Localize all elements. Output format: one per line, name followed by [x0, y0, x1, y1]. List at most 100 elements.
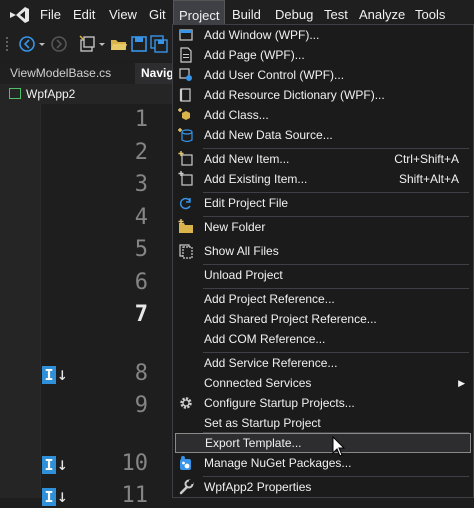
menu-item-label: Unload Project — [204, 268, 283, 282]
menu-item-add-page[interactable]: Add Page (WPF)... — [173, 45, 473, 65]
line-number: 5 — [134, 237, 148, 262]
new-project-icon[interactable] — [78, 35, 96, 53]
menu-item-label: Add Class... — [204, 108, 269, 122]
menu-item-label: Add Project Reference... — [204, 292, 335, 306]
line-number: 1 — [134, 107, 148, 132]
back-dropdown-icon[interactable] — [38, 35, 46, 53]
line-number: 4 — [134, 205, 148, 230]
menu-item-label: New Folder — [204, 220, 266, 234]
implementation-marker[interactable]: I ↓ — [42, 454, 70, 475]
line-number: 3 — [134, 172, 148, 197]
menu-item-add-resource-dictionary[interactable]: Add Resource Dictionary (WPF)... — [173, 85, 473, 105]
add-existing-item-icon — [178, 171, 193, 186]
menu-edit[interactable]: Edit — [73, 0, 95, 29]
arrow-down-icon: ↓ — [57, 486, 68, 507]
arrow-down-icon: ↓ — [57, 454, 68, 475]
menu-item-new-folder[interactable]: New Folder — [173, 217, 473, 237]
add-resource-dictionary-icon — [179, 88, 191, 102]
menu-item-connected-services[interactable]: Connected Services ▶ — [173, 373, 473, 393]
menu-item-label: Add Page (WPF)... — [204, 48, 305, 62]
menu-item-label: Add Service Reference... — [204, 356, 338, 370]
menu-item-wpfapp2-properties[interactable]: WpfApp2 Properties — [173, 477, 473, 497]
show-all-files-icon — [179, 244, 193, 259]
save-icon[interactable] — [130, 35, 148, 53]
menu-item-configure-startup-projects[interactable]: Configure Startup Projects... — [173, 393, 473, 413]
menu-item-label: Configure Startup Projects... — [204, 396, 355, 410]
menu-item-add-existing-item[interactable]: Add Existing Item... Shift+Alt+A — [173, 169, 473, 189]
arrow-down-icon: ↓ — [57, 364, 68, 385]
menu-item-add-project-reference[interactable]: Add Project Reference... — [173, 289, 473, 309]
edit-project-file-icon — [179, 197, 191, 210]
menu-item-shortcut: Shift+Alt+A — [398, 172, 459, 186]
csharp-project-icon — [9, 88, 21, 99]
menu-item-export-template[interactable]: Export Template... — [175, 433, 471, 453]
add-class-icon — [178, 108, 190, 120]
menu-file[interactable]: File — [40, 0, 61, 29]
add-new-item-icon — [178, 151, 193, 166]
back-icon[interactable] — [18, 35, 36, 53]
line-number: 2 — [134, 140, 148, 165]
menu-item-label: Add Existing Item... — [204, 172, 308, 186]
add-data-source-icon — [178, 128, 193, 143]
line-number: 6 — [134, 270, 148, 295]
nuget-icon — [180, 456, 191, 470]
menu-item-add-new-item[interactable]: Add New Item... Ctrl+Shift+A — [173, 149, 473, 169]
add-user-control-icon — [179, 68, 192, 81]
line-number: 8 — [134, 361, 148, 386]
indicator-margin — [0, 104, 40, 498]
menu-item-add-shared-project-reference[interactable]: Add Shared Project Reference... — [173, 309, 473, 329]
forward-icon[interactable] — [50, 35, 68, 53]
toolbar-grip-icon — [6, 37, 8, 51]
menu-git[interactable]: Git — [149, 0, 166, 29]
implementation-icon: I — [42, 488, 56, 506]
menu-item-manage-nuget-packages[interactable]: Manage NuGet Packages... — [173, 453, 473, 473]
menu-item-label: Add New Data Source... — [204, 128, 333, 142]
menu-item-label: Add New Item... — [204, 152, 290, 166]
new-dropdown-icon[interactable] — [98, 35, 106, 53]
menu-item-show-all-files[interactable]: Show All Files — [173, 241, 473, 261]
save-all-icon[interactable] — [150, 35, 168, 53]
menu-item-label: Manage NuGet Packages... — [204, 456, 352, 470]
current-line-number: 7 — [134, 302, 148, 327]
menu-item-label: Add COM Reference... — [204, 332, 326, 346]
menu-item-add-com-reference[interactable]: Add COM Reference... — [173, 329, 473, 349]
project-menu-dropdown: Add Window (WPF)... Add Page (WPF)... Ad… — [172, 24, 474, 498]
menu-item-add-window[interactable]: Add Window (WPF)... — [173, 25, 473, 45]
implementation-icon: I — [42, 366, 56, 384]
menu-item-label: Add Shared Project Reference... — [204, 312, 377, 326]
menu-view[interactable]: View — [109, 0, 137, 29]
menu-item-add-user-control[interactable]: Add User Control (WPF)... — [173, 65, 473, 85]
menu-item-shortcut: Ctrl+Shift+A — [394, 152, 459, 166]
menu-item-label: Export Template... — [205, 436, 302, 450]
menu-item-set-as-startup-project[interactable]: Set as Startup Project — [173, 413, 473, 433]
line-number: 10 — [121, 451, 149, 476]
menu-item-edit-project-file[interactable]: Edit Project File — [173, 193, 473, 213]
menu-item-label: WpfApp2 Properties — [204, 480, 312, 494]
menu-item-label: Show All Files — [204, 244, 279, 258]
line-number: 9 — [134, 393, 148, 418]
menu-item-label: Add Window (WPF)... — [204, 28, 320, 42]
tab-viewmodelbase[interactable]: ViewModelBase.cs — [4, 63, 117, 84]
open-folder-icon[interactable] — [110, 35, 128, 53]
project-selector[interactable]: WpfApp2 — [26, 84, 75, 104]
implementation-icon: I — [42, 456, 56, 474]
add-window-icon — [179, 29, 193, 41]
menu-item-label: Set as Startup Project — [204, 416, 321, 430]
add-page-icon — [180, 47, 192, 63]
implementation-marker[interactable]: I ↓ — [42, 364, 70, 385]
line-number: 11 — [121, 483, 149, 508]
menu-item-label: Connected Services — [204, 376, 312, 390]
gear-icon — [180, 397, 192, 409]
menu-item-label: Edit Project File — [204, 196, 289, 210]
menu-item-add-class[interactable]: Add Class... — [173, 105, 473, 125]
gutter-divider — [40, 104, 41, 498]
visual-studio-logo-icon[interactable] — [8, 5, 30, 25]
submenu-arrow-icon: ▶ — [458, 378, 465, 388]
new-folder-icon — [178, 219, 193, 233]
implementation-marker[interactable]: I ↓ — [42, 486, 70, 507]
mouse-pointer-icon — [332, 436, 346, 457]
menu-item-add-new-data-source[interactable]: Add New Data Source... — [173, 125, 473, 145]
menu-item-add-service-reference[interactable]: Add Service Reference... — [173, 353, 473, 373]
menu-item-label: Add Resource Dictionary (WPF)... — [204, 88, 385, 102]
menu-item-unload-project[interactable]: Unload Project — [173, 265, 473, 285]
